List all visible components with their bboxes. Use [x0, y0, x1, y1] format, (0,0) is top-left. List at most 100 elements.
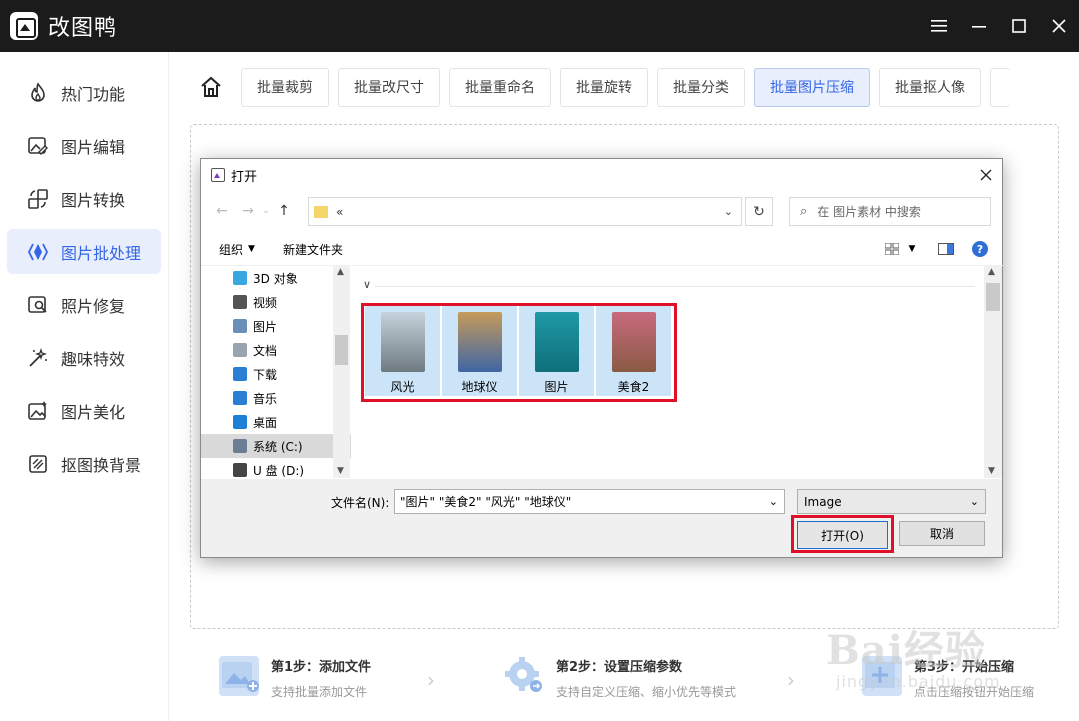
- folder-tree-label: 下载: [253, 367, 278, 382]
- address-breadcrumb[interactable]: «: [336, 205, 343, 219]
- maximize-icon[interactable]: [999, 0, 1039, 52]
- scroll-down-icon[interactable]: ▼: [988, 466, 995, 476]
- folder-tree-item[interactable]: U 盘 (D:): [201, 458, 351, 478]
- dialog-title-bar: 打开: [201, 159, 1002, 191]
- menu-icon[interactable]: [919, 0, 959, 52]
- scroll-thumb[interactable]: [986, 283, 1000, 311]
- step-2: 第2步：设置压缩参数 支持自定义压缩、缩小优先等模式: [504, 648, 736, 700]
- tool-tab[interactable]: 批量抠人像: [879, 67, 981, 107]
- recent-dropdown-icon[interactable]: ⌄: [259, 199, 273, 223]
- home-icon[interactable]: [193, 69, 229, 105]
- filename-input[interactable]: "图片" "美食2" "风光" "地球仪" ⌄: [394, 489, 785, 514]
- app-title: 改图鸭: [48, 16, 118, 41]
- watermark-logo: Bai经验: [826, 627, 986, 674]
- sidebar-item[interactable]: 图片编辑: [7, 123, 161, 168]
- sidebar-item[interactable]: 图片美化: [7, 388, 161, 433]
- folder-tree-item[interactable]: 音乐: [201, 386, 351, 410]
- sidebar-item[interactable]: 趣味特效: [7, 335, 161, 380]
- folder-tree-label: 3D 对象: [253, 271, 298, 286]
- folder-tree-item[interactable]: 桌面: [201, 410, 351, 434]
- filetype-select[interactable]: Image ⌄: [797, 489, 986, 514]
- sidebar-item[interactable]: 图片批处理: [7, 229, 161, 274]
- image-edit-icon: [27, 135, 49, 157]
- sidebar-item-label: 图片美化: [61, 402, 126, 422]
- scroll-thumb[interactable]: [335, 335, 348, 365]
- caret-down-icon: ▼: [248, 244, 255, 254]
- close-icon[interactable]: [1039, 0, 1079, 52]
- scroll-down-icon[interactable]: ▼: [337, 466, 344, 476]
- tool-tab[interactable]: 批量分类: [657, 67, 745, 107]
- help-badge: ?: [972, 241, 988, 257]
- folder-tree-label: 文档: [253, 343, 278, 358]
- sidebar: 热门功能图片编辑图片转换图片批处理照片修复趣味特效图片美化抠图换背景: [0, 52, 168, 721]
- folder-tree-label: 图片: [253, 319, 278, 334]
- photo-repair-icon: [27, 294, 49, 316]
- sidebar-item[interactable]: 图片转换: [7, 176, 161, 221]
- tool-tab[interactable]: 批量改尺寸: [338, 67, 440, 107]
- dialog-footer: 文件名(N): "图片" "美食2" "风光" "地球仪" ⌄ Image ⌄ …: [201, 479, 1002, 557]
- preview-pane-icon[interactable]: [936, 239, 956, 259]
- sidebar-item[interactable]: 抠图换背景: [7, 441, 161, 486]
- sidebar-item[interactable]: 照片修复: [7, 282, 161, 327]
- command-bar: 组织 ▼ 新建文件夹 ▼ ?: [201, 235, 1004, 263]
- search-input[interactable]: ⌕ 在 图片素材 中搜索: [789, 197, 991, 226]
- tool-tab[interactable]: 批量图片压缩: [754, 67, 870, 107]
- search-placeholder: 在 图片素材 中搜索: [817, 205, 921, 219]
- sidebar-item[interactable]: 热门功能: [7, 70, 161, 115]
- refresh-icon[interactable]: ↻: [745, 197, 773, 226]
- help-icon[interactable]: ?: [970, 239, 990, 259]
- file-list-scrollbar[interactable]: ▲ ▼: [984, 265, 1002, 478]
- forward-arrow-icon[interactable]: →: [237, 199, 259, 223]
- folder-icon: [233, 271, 247, 285]
- group-divider: [375, 286, 975, 287]
- address-bar[interactable]: « ⌄: [308, 197, 742, 226]
- folder-icon: [233, 463, 247, 477]
- dialog-close-icon[interactable]: [972, 161, 1000, 189]
- gear-icon: [504, 656, 544, 696]
- watermark-url: jingyan.baidu.com: [836, 672, 1001, 691]
- sidebar-item-label: 照片修复: [61, 296, 126, 316]
- filename-value: "图片" "美食2" "风光" "地球仪": [400, 495, 572, 509]
- magic-wand-icon: [27, 347, 49, 369]
- chevron-down-icon[interactable]: ⌄: [970, 495, 979, 508]
- folder-tree-item[interactable]: 视频: [201, 290, 351, 314]
- folder-tree-item[interactable]: 图片: [201, 314, 351, 338]
- caret-down-icon[interactable]: ▼: [902, 239, 922, 259]
- tool-tab-overflow[interactable]: [990, 67, 1010, 107]
- organize-menu[interactable]: 组织 ▼: [219, 241, 255, 258]
- chevron-down-icon[interactable]: ⌄: [769, 495, 778, 508]
- tool-tabs: 批量裁剪 批量改尺寸 批量重命名 批量旋转 批量分类 批量图片压缩 批量抠人像: [169, 67, 1079, 107]
- open-button-highlight-box: [791, 515, 894, 553]
- folder-tree-item[interactable]: 下载: [201, 362, 351, 386]
- sidebar-item-label: 热门功能: [61, 84, 126, 104]
- app-logo-icon: [10, 12, 38, 40]
- minimize-icon[interactable]: [959, 0, 999, 52]
- tree-scrollbar[interactable]: ▲ ▼: [333, 265, 350, 478]
- scroll-up-icon[interactable]: ▲: [988, 267, 995, 277]
- scroll-up-icon[interactable]: ▲: [337, 267, 344, 277]
- chevron-down-icon[interactable]: ⌄: [724, 205, 733, 218]
- folder-icon: [233, 415, 247, 429]
- tool-tab[interactable]: 批量旋转: [560, 67, 648, 107]
- folder-tree-label: 桌面: [253, 415, 278, 430]
- cancel-button[interactable]: 取消: [899, 521, 985, 546]
- folder-tree-item[interactable]: 3D 对象: [201, 266, 351, 290]
- back-arrow-icon[interactable]: ←: [211, 199, 233, 223]
- folder-icon: [233, 295, 247, 309]
- tool-tab[interactable]: 批量裁剪: [241, 67, 329, 107]
- navigation-bar: ← → ⌄ ↑ « ⌄ ↻ ⌕ 在 图片素材 中搜索: [201, 195, 1004, 227]
- step-title: 第2步：设置压缩参数: [556, 660, 683, 675]
- folder-tree-item[interactable]: 系统 (C:): [201, 434, 351, 458]
- chevron-down-icon[interactable]: ∨: [363, 278, 371, 291]
- filetype-value: Image: [804, 494, 842, 509]
- step-1: 第1步：添加文件 支持批量添加文件: [219, 648, 371, 700]
- tool-tab[interactable]: 批量重命名: [449, 67, 551, 107]
- new-folder-label: 新建文件夹: [282, 242, 343, 257]
- window-controls: [919, 0, 1079, 52]
- dialog-title: 打开: [231, 169, 258, 185]
- folder-tree-item[interactable]: 文档: [201, 338, 351, 362]
- view-options-icon[interactable]: [882, 239, 902, 259]
- up-arrow-icon[interactable]: ↑: [273, 199, 295, 223]
- step-desc: 支持批量添加文件: [271, 685, 368, 699]
- new-folder-button[interactable]: 新建文件夹: [283, 241, 343, 258]
